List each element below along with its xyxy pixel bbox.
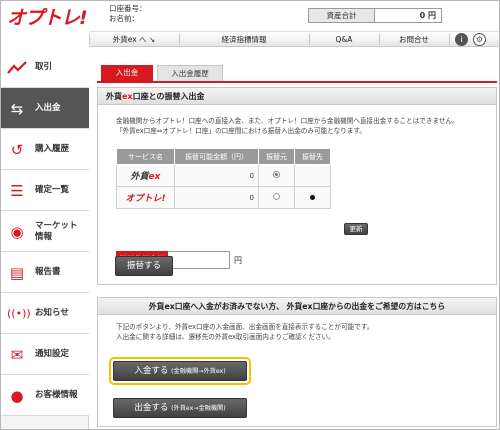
amount-input[interactable] <box>168 251 230 269</box>
deposit-button-sub: (金融機関→外貨ex) <box>171 368 226 375</box>
nav-gaikaex[interactable]: 外貨ex へ ↘ <box>89 32 179 47</box>
asset-total-label: 資産合計 <box>309 9 375 22</box>
sidebar-item-label: 取引 <box>35 62 53 72</box>
radio-unselected[interactable] <box>273 193 280 200</box>
user-icon: ● <box>10 387 24 405</box>
service-name: オプトレ! <box>116 186 175 209</box>
sidebar-item-label: 確定一覧 <box>35 185 70 195</box>
account-info: 口座番号： お名前： <box>109 4 147 24</box>
transfer-panel-title: 外貨ex口座との振替入出金 <box>98 88 496 105</box>
sidebar-item-label: お客様情報 <box>35 390 78 400</box>
sidebar-item-label: 通知設定 <box>35 349 70 359</box>
nav-economic-indicators[interactable]: 経済指標情報 <box>179 32 309 47</box>
tab-underline <box>97 81 497 83</box>
sidebar-item-market-info[interactable]: ◉ マーケット 情報 <box>1 211 89 252</box>
chart-icon <box>7 58 27 78</box>
column-header: 振替先 <box>294 148 331 165</box>
deposit-button-label: 入金する <box>134 366 169 376</box>
description-line: 下記のボタンより、外貨ex口座の入金画面、出金画面を直接表示することが可能です。 <box>116 323 374 331</box>
sidebar-item-label: お知らせ <box>35 308 69 318</box>
nav-divider <box>449 34 450 45</box>
info-icon[interactable]: i <box>455 33 468 46</box>
radio-selected[interactable] <box>273 171 280 178</box>
sidebar-item-notification-settings[interactable]: ✉ 通知設定 <box>1 334 89 375</box>
table-header-row: サービス名 振替可能金額（円） 振替元 振替先 <box>116 148 331 165</box>
transfer-description: 金融機関からオプトレ！口座への直接入金、また、オプトレ！口座から金融機関へ直接出… <box>116 116 459 136</box>
transferable-amount: 0 <box>174 164 259 187</box>
account-number-label: 口座番号： <box>109 4 147 13</box>
sidebar-item-trade[interactable]: 取引 <box>1 47 89 88</box>
transfer-button[interactable]: 振替する <box>115 256 173 276</box>
amount-unit: 円 <box>234 256 242 265</box>
service-table: サービス名 振替可能金額（円） 振替元 振替先 外貨ex 0 オプトレ! 0 <box>116 148 331 209</box>
withdraw-button-label: 出金する <box>134 403 169 413</box>
sidebar-item-confirmed-list[interactable]: ☰ 確定一覧 <box>1 170 89 211</box>
app-logo[interactable]: オプトレ! <box>7 3 88 30</box>
refresh-button[interactable]: 更新 <box>344 223 368 235</box>
table-row: オプトレ! 0 <box>116 186 331 209</box>
title-gaika: 外貨 <box>106 92 122 101</box>
top-nav: 外貨ex へ ↘ 経済指標情報 Q&A お問合せ i ⚙ <box>89 31 499 47</box>
withdraw-button-sub: (外貨ex→金融機関) <box>171 405 226 412</box>
description-line: 金融機関からオプトレ！口座への直接入金、また、オプトレ！口座から金融機関へ直接出… <box>116 117 459 125</box>
source-radio[interactable] <box>258 186 295 209</box>
source-radio[interactable] <box>258 164 295 187</box>
sidebar-item-label: 入出金 <box>35 103 61 113</box>
column-header: 振替可能金額（円） <box>174 148 259 165</box>
column-header: 振替元 <box>258 148 295 165</box>
asset-total-value: 0 円 <box>419 11 436 20</box>
title-suffix: 口座との振替入出金 <box>132 92 205 101</box>
withdraw-button[interactable]: 出金する (外貨ex→金融機関) <box>113 398 247 418</box>
asset-total-box: 資産合計 0 円 <box>308 8 442 23</box>
description-line: 「外貨ex口座⇔オプトレ！口座」の口座間における振替入出金のみ可能となります。 <box>116 127 366 135</box>
broadcast-icon: ((•)) <box>7 307 31 320</box>
table-row: 外貨ex 0 <box>116 164 331 187</box>
history-icon: ↺ <box>10 141 24 159</box>
sidebar-item-notices[interactable]: ((•)) お知らせ <box>1 293 89 334</box>
tab-deposit-withdraw[interactable]: 入出金 <box>101 65 153 81</box>
globe-icon: ◉ <box>10 223 24 241</box>
sidebar: 取引 ⇆ 入出金 ↺ 購入履歴 ☰ 確定一覧 ◉ マーケット 情報 ▤ 報告書 … <box>1 47 89 429</box>
sidebar-item-purchase-history[interactable]: ↺ 購入履歴 <box>1 129 89 170</box>
gaikaex-panel-title: 外貨ex口座へ入金がお済みでない方、 外貨ex口座からの出金をご希望の方はこちら <box>98 298 496 315</box>
settings-icon[interactable]: ⚙ <box>473 33 486 46</box>
nav-contact[interactable]: お問合せ <box>379 32 449 47</box>
header: オプトレ! 口座番号： お名前： 資産合計 0 円 <box>1 1 499 31</box>
sidebar-item-label: マーケット 情報 <box>35 220 78 242</box>
destination-indicator <box>310 194 315 200</box>
title-ex-mark: ex <box>122 92 133 101</box>
app-frame: オプトレ! 口座番号： お名前： 資産合計 0 円 外貨ex へ ↘ 経済指標情… <box>0 0 500 430</box>
report-icon: ▤ <box>9 264 25 282</box>
transfer-icon: ⇆ <box>10 100 24 118</box>
sidebar-item-label: 報告書 <box>35 267 61 277</box>
sidebar-item-label: 購入履歴 <box>35 144 70 154</box>
nav-qa[interactable]: Q&A <box>309 32 379 47</box>
name-label: お名前： <box>109 14 139 23</box>
gaikaex-description: 下記のボタンより、外貨ex口座の入金画面、出金画面を直接表示することが可能です。… <box>116 322 373 342</box>
sidebar-item-customer-info[interactable]: ● お客様情報 <box>1 375 89 416</box>
deposit-button[interactable]: 入金する (金融機関→外貨ex) <box>113 361 247 381</box>
transferable-amount: 0 <box>174 186 259 209</box>
tab-deposit-withdraw-history[interactable]: 入出金履歴 <box>157 65 223 81</box>
service-name: 外貨ex <box>116 164 175 187</box>
list-icon: ☰ <box>10 182 24 200</box>
destination-cell <box>294 164 331 187</box>
sidebar-item-deposit-withdraw[interactable]: ⇆ 入出金 <box>1 88 89 129</box>
mail-icon: ✉ <box>10 346 24 364</box>
description-line: 入出金に関する詳細は、遷移先の外貨ex取引画面内よりご確認ください。 <box>116 333 335 341</box>
destination-cell <box>294 186 331 209</box>
sidebar-item-reports[interactable]: ▤ 報告書 <box>1 252 89 293</box>
column-header: サービス名 <box>116 148 175 165</box>
